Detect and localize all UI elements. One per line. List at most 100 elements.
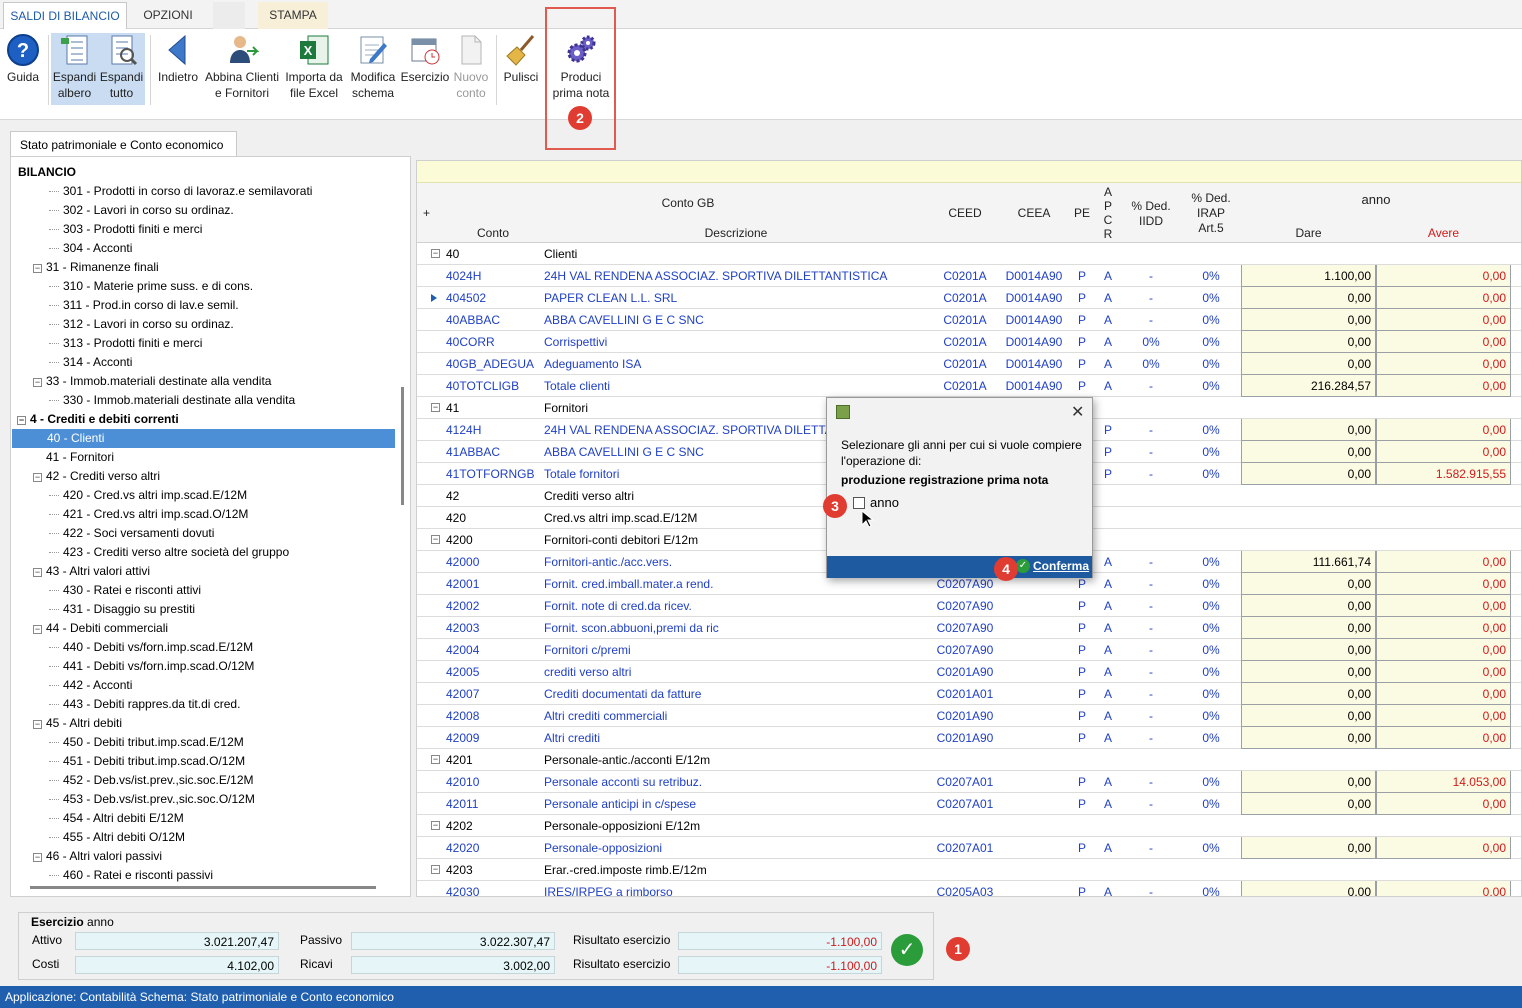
avere-value[interactable]: 0,00 bbox=[1376, 727, 1511, 749]
tree-item[interactable]: 451 - Debiti tribut.imp.scad.O/12M bbox=[11, 752, 401, 771]
tree-item[interactable]: −33 - Immob.materiali destinate alla ven… bbox=[11, 372, 401, 391]
dare-value[interactable]: 0,00 bbox=[1241, 573, 1376, 595]
espandi-albero-button[interactable]: Espandi albero bbox=[51, 33, 98, 105]
table-row[interactable]: 42007 Crediti documentati da fatture C0201… bbox=[417, 683, 1521, 705]
tree-item[interactable]: 450 - Debiti tribut.imp.scad.E/12M bbox=[11, 733, 401, 752]
anno-checkbox-label[interactable]: anno bbox=[870, 495, 899, 510]
tree-item[interactable]: −42 - Crediti verso altri bbox=[11, 467, 401, 486]
tree-item[interactable]: 311 - Prod.in corso di lav.e semil. bbox=[11, 296, 401, 315]
avere-value[interactable]: 0,00 bbox=[1376, 287, 1511, 309]
avere-value[interactable]: 0,00 bbox=[1376, 595, 1511, 617]
tree-item[interactable]: −31 - Rimanenze finali bbox=[11, 258, 401, 277]
tree-item[interactable]: 453 - Deb.vs/ist.prev.,sic.soc.O/12M bbox=[11, 790, 401, 809]
tree-item[interactable]: −44 - Debiti commerciali bbox=[11, 619, 401, 638]
avere-value[interactable]: 0,00 bbox=[1376, 793, 1511, 815]
collapse-icon[interactable]: − bbox=[33, 378, 42, 387]
espandi-tutto-button[interactable]: Espandi tutto bbox=[98, 33, 145, 105]
table-row[interactable]: 404502 PAPER CLEAN L.L. SRL C0201A D0014A90… bbox=[417, 287, 1521, 309]
tree-item[interactable]: 455 - Altri debiti O/12M bbox=[11, 828, 401, 847]
close-icon[interactable]: ✕ bbox=[1071, 402, 1084, 422]
collapse-icon[interactable]: − bbox=[33, 625, 42, 634]
collapse-icon[interactable]: − bbox=[431, 865, 440, 874]
avere-value[interactable]: 0,00 bbox=[1376, 881, 1511, 896]
tree-item[interactable]: 314 - Acconti bbox=[11, 353, 401, 372]
table-row[interactable]: 42005 crediti verso altri C0201A90 P A - 0% 0,0… bbox=[417, 661, 1521, 683]
ceed-header[interactable]: CEED bbox=[931, 206, 999, 220]
tree-root[interactable]: BILANCIO bbox=[18, 163, 76, 182]
tab-stato-patrimoniale[interactable]: Stato patrimoniale e Conto economico bbox=[10, 131, 237, 157]
avere-value[interactable]: 0,00 bbox=[1376, 265, 1511, 287]
nuovo-conto-button[interactable]: Nuovo conto bbox=[450, 33, 492, 101]
tree-scroll-thumb[interactable] bbox=[401, 387, 404, 505]
tree-item[interactable]: 441 - Debiti vs/forn.imp.scad.O/12M bbox=[11, 657, 401, 676]
table-row[interactable]: 42008 Altri crediti commerciali C0201A90 P A… bbox=[417, 705, 1521, 727]
indietro-button[interactable]: Indietro bbox=[155, 33, 201, 85]
avere-value[interactable]: 1.582.915,55 bbox=[1376, 463, 1511, 485]
dare-value[interactable]: 111.661,74 bbox=[1241, 551, 1376, 573]
tree-item[interactable]: −45 - Altri debiti bbox=[11, 714, 401, 733]
dare-value[interactable]: 0,00 bbox=[1241, 463, 1376, 485]
tree-item[interactable]: 460 - Ratei e risconti passivi bbox=[11, 866, 401, 885]
conferma-button[interactable]: Conferma bbox=[1033, 559, 1089, 573]
collapse-icon[interactable]: − bbox=[17, 416, 26, 425]
tree-item[interactable]: 420 - Cred.vs altri imp.scad.E/12M bbox=[11, 486, 401, 505]
ded-irap-header[interactable]: % Ded. IRAP Art.5 bbox=[1181, 191, 1241, 236]
table-row[interactable]: 42020 Personale-opposizioni C0207A01 P A - 0% 0… bbox=[417, 837, 1521, 859]
anno-checkbox[interactable] bbox=[853, 497, 865, 509]
table-row[interactable]: −4203 Erar.-cred.imposte rimb.E/12m bbox=[417, 859, 1521, 881]
avere-value[interactable]: 14.053,00 bbox=[1376, 771, 1511, 793]
avere-value[interactable]: 0,00 bbox=[1376, 441, 1511, 463]
table-row[interactable]: 42010 Personale acconti su retribuz. C0207… bbox=[417, 771, 1521, 793]
tree-item[interactable]: 303 - Prodotti finiti e merci bbox=[11, 220, 401, 239]
tree-item[interactable]: 312 - Lavori in corso su ordinaz. bbox=[11, 315, 401, 334]
table-row[interactable]: 40CORR Corrispettivi C0201A D0014A90 P A 0% 0% 0… bbox=[417, 331, 1521, 353]
collapse-icon[interactable]: − bbox=[431, 755, 440, 764]
collapse-icon[interactable]: − bbox=[33, 473, 42, 482]
collapse-icon[interactable]: − bbox=[431, 249, 440, 258]
modifica-schema-button[interactable]: Modifica schema bbox=[346, 33, 400, 101]
tree-item[interactable]: 421 - Cred.vs altri imp.scad.O/12M bbox=[11, 505, 401, 524]
table-row[interactable]: 40GB_ADEGUA Adeguamento ISA C0201A D0014A90… bbox=[417, 353, 1521, 375]
dare-value[interactable]: 0,00 bbox=[1241, 595, 1376, 617]
collapse-icon[interactable]: − bbox=[33, 264, 42, 273]
tree-item[interactable]: 330 - Immob.materiali destinate alla ven… bbox=[11, 391, 401, 410]
tree-item[interactable]: 440 - Debiti vs/forn.imp.scad.E/12M bbox=[11, 638, 401, 657]
tree-item[interactable]: 430 - Ratei e risconti attivi bbox=[11, 581, 401, 600]
dare-value[interactable]: 0,00 bbox=[1241, 705, 1376, 727]
dare-value[interactable]: 0,00 bbox=[1241, 419, 1376, 441]
dare-value[interactable]: 0,00 bbox=[1241, 727, 1376, 749]
tree-item[interactable]: −4 - Crediti e debiti correnti bbox=[11, 410, 401, 429]
avere-value[interactable]: 0,00 bbox=[1376, 573, 1511, 595]
conto-header[interactable]: Conto bbox=[445, 226, 541, 240]
dare-value[interactable]: 0,00 bbox=[1241, 793, 1376, 815]
dare-header[interactable]: Dare bbox=[1241, 226, 1376, 240]
collapse-icon[interactable]: − bbox=[431, 535, 440, 544]
table-row[interactable]: 40TOTCLIGB Totale clienti C0201A D0014A90 P A… bbox=[417, 375, 1521, 397]
table-row[interactable]: 42003 Fornit. scon.abbuoni,premi da ric C0… bbox=[417, 617, 1521, 639]
importa-excel-button[interactable]: X Importa da file Excel bbox=[283, 33, 345, 101]
tree-item[interactable]: 302 - Lavori in corso su ordinaz. bbox=[11, 201, 401, 220]
tree-item[interactable]: 431 - Disaggio su prestiti bbox=[11, 600, 401, 619]
dare-value[interactable]: 0,00 bbox=[1241, 639, 1376, 661]
table-row[interactable]: 42030 IRES/IRPEG a rimborso C0205A03 P A - 0% 0… bbox=[417, 881, 1521, 896]
collapse-icon[interactable]: − bbox=[431, 403, 440, 412]
dare-value[interactable]: 0,00 bbox=[1241, 881, 1376, 896]
tree-item[interactable]: −46 - Altri valori passivi bbox=[11, 847, 401, 866]
tree-horizontal-scroll-thumb[interactable] bbox=[30, 886, 376, 889]
collapse-icon[interactable]: − bbox=[431, 821, 440, 830]
dare-value[interactable]: 0,00 bbox=[1241, 837, 1376, 859]
avere-value[interactable]: 0,00 bbox=[1376, 683, 1511, 705]
dare-value[interactable]: 216.284,57 bbox=[1241, 375, 1376, 397]
ceea-header[interactable]: CEEA bbox=[999, 206, 1069, 220]
tree-item[interactable]: 422 - Soci versamenti dovuti bbox=[11, 524, 401, 543]
table-row[interactable]: 4024H 24H VAL RENDENA ASSOCIAZ. SPORTIVA … bbox=[417, 265, 1521, 287]
dare-value[interactable]: 0,00 bbox=[1241, 287, 1376, 309]
table-row[interactable]: −40 Clienti bbox=[417, 243, 1521, 265]
table-row[interactable]: 40ABBAC ABBA CAVELLINI G E C SNC C0201A D00… bbox=[417, 309, 1521, 331]
avere-value[interactable]: 0,00 bbox=[1376, 551, 1511, 573]
tree-item[interactable]: 313 - Prodotti finiti e merci bbox=[11, 334, 401, 353]
avere-value[interactable]: 0,00 bbox=[1376, 705, 1511, 727]
filter-row[interactable] bbox=[417, 161, 1521, 183]
tree-item[interactable]: 40 - Clienti bbox=[12, 429, 395, 448]
tree-item[interactable]: 41 - Fornitori bbox=[11, 448, 401, 467]
